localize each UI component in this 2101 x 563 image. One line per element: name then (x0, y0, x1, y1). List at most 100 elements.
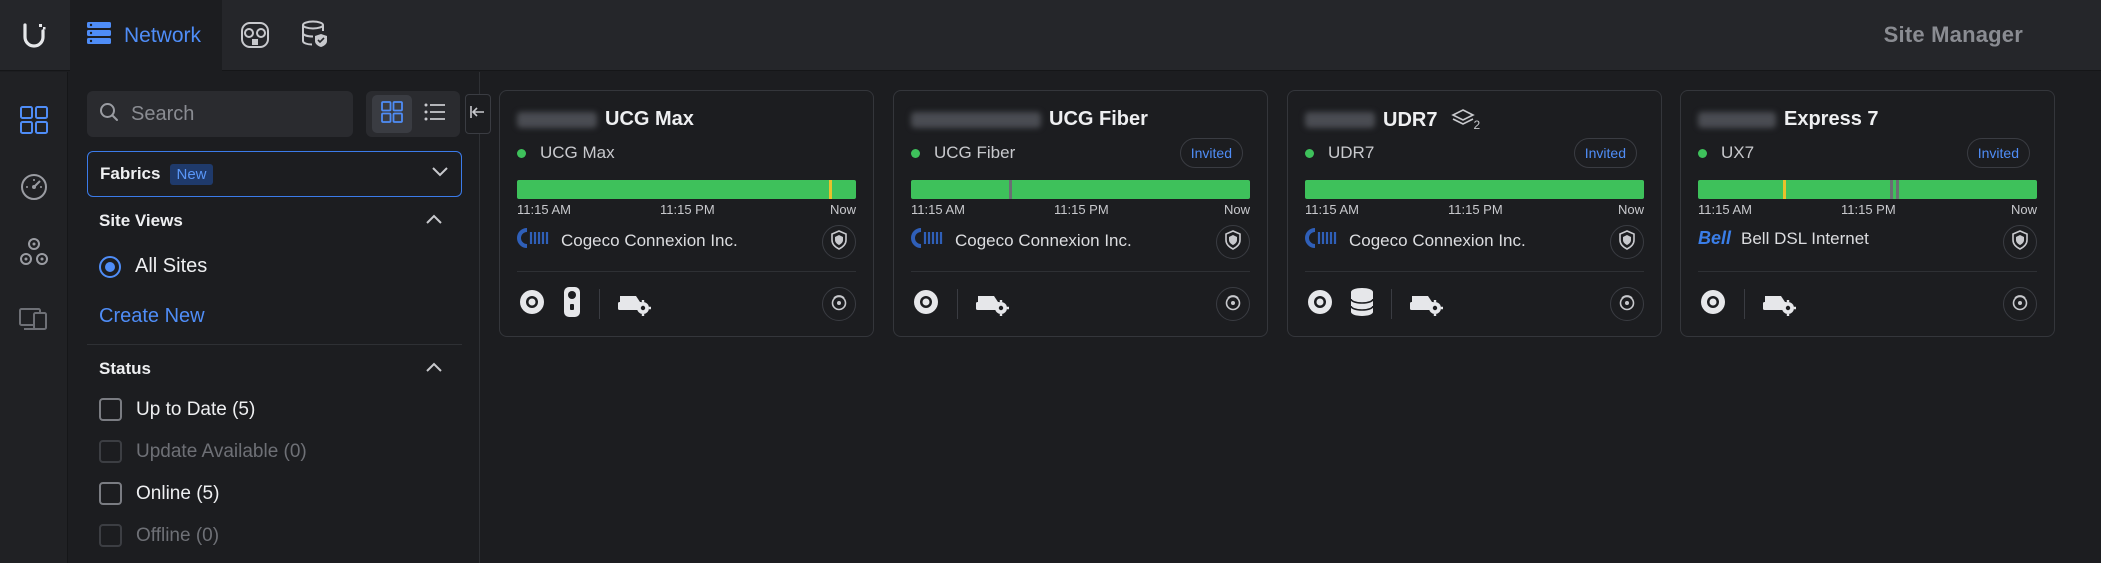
radio-selected[interactable] (99, 255, 121, 278)
console-icon[interactable] (1305, 287, 1335, 322)
model-label: UCG Max (540, 143, 615, 162)
site-settings-button[interactable] (1610, 287, 1644, 321)
search-icon (99, 102, 119, 127)
new-badge: New (170, 163, 213, 185)
site-card[interactable]: UDR7 2 UDR7 Invited 11:15 AM 11:15 PM Now Cogec… (1287, 90, 1662, 337)
checkbox[interactable] (99, 482, 122, 505)
camera-icon[interactable] (561, 286, 583, 323)
router-settings-icon[interactable] (616, 288, 652, 321)
uptime-times: 11:15 AM 11:15 PM Now (517, 202, 856, 218)
tab-network[interactable]: Network (70, 0, 222, 71)
device-row (911, 287, 1010, 321)
checkbox[interactable] (99, 398, 122, 421)
speedometer-icon[interactable] (14, 166, 54, 206)
divider (911, 271, 1250, 272)
isp-name: Cogeco Connexion Inc. (955, 230, 1132, 250)
uptime-bar[interactable] (517, 180, 856, 199)
protect-app-icon[interactable] (237, 17, 273, 53)
cogeco-logo-icon (911, 228, 945, 253)
bell-logo-icon: Bell (1698, 228, 1732, 248)
time-mid: 11:15 PM (1841, 202, 1896, 217)
uptime-marker (1009, 180, 1013, 199)
shield-icon (830, 229, 848, 255)
divider (87, 344, 462, 345)
divider (1744, 289, 1745, 319)
time-mid: 11:15 PM (1448, 202, 1503, 217)
status-online[interactable]: Online (5) (99, 482, 219, 505)
search-box[interactable] (87, 91, 353, 137)
site-title[interactable]: UCG Max (517, 108, 694, 131)
create-new-link[interactable]: Create New (99, 305, 205, 328)
site-settings-button[interactable] (1216, 287, 1250, 321)
collapse-left-icon (470, 104, 486, 125)
invited-badge: Invited (1573, 138, 1637, 168)
stack-icon: 2 (1451, 108, 1480, 132)
devices-icon[interactable] (14, 298, 54, 338)
grid-view-icon (380, 100, 403, 128)
uptime-marker (1896, 180, 1900, 199)
security-shield-button[interactable] (822, 225, 856, 259)
all-sites-option[interactable]: All Sites (99, 255, 207, 278)
uptime-times: 11:15 AM 11:15 PM Now (1305, 202, 1644, 218)
grid-view-button[interactable] (371, 95, 412, 133)
model-label: UDR7 (1328, 143, 1375, 162)
site-manager-title[interactable]: Site Manager (1884, 22, 2023, 48)
time-end: Now (1223, 202, 1250, 217)
console-icon[interactable] (911, 287, 941, 322)
isp-row: Cogeco Connexion Inc. (1305, 228, 1526, 253)
status-label: Up to Date (5) (136, 398, 256, 420)
uptime-marker (1889, 180, 1893, 199)
redacted-name (1698, 111, 1776, 128)
ubiquiti-logo-icon[interactable] (0, 0, 68, 71)
site-card[interactable]: UCG Max UCG Max 11:15 AM 11:15 PM Now Cogeco … (499, 90, 874, 337)
storage-shield-app-icon[interactable] (297, 17, 333, 53)
site-title[interactable]: UDR7 2 (1305, 108, 1480, 132)
router-settings-icon[interactable] (1408, 288, 1444, 321)
security-shield-button[interactable] (1610, 225, 1644, 259)
router-settings-icon[interactable] (1761, 288, 1797, 321)
shield-icon (1224, 229, 1242, 255)
model-row: UX7 (1698, 143, 1754, 163)
uptime-bar[interactable] (1305, 180, 1644, 199)
collapse-sidebar-button[interactable] (465, 94, 491, 134)
storage-icon[interactable] (1349, 287, 1375, 322)
divider (599, 289, 600, 319)
divider (1698, 271, 2037, 272)
fabrics-dropdown[interactable]: Fabrics New (87, 151, 462, 197)
uptime-bar[interactable] (911, 180, 1250, 199)
security-shield-button[interactable] (1216, 225, 1250, 259)
status-label: Offline (0) (136, 524, 220, 546)
list-view-button[interactable] (415, 95, 455, 133)
chevron-down-icon (431, 165, 449, 183)
left-rail (0, 72, 68, 563)
list-view-icon (424, 102, 446, 127)
dashboard-grid-icon[interactable] (14, 100, 54, 140)
status-up-to-date[interactable]: Up to Date (5) (99, 398, 255, 421)
time-start: 11:15 AM (911, 202, 965, 217)
site-card[interactable]: Express 7 UX7 Invited 11:15 AM 11:15 PM Now Be… (1680, 90, 2055, 337)
console-icon[interactable] (517, 287, 547, 322)
invited-badge: Invited (1179, 138, 1243, 168)
search-input[interactable] (131, 102, 331, 126)
chevron-up-icon[interactable] (425, 212, 443, 230)
fabrics-label: Fabrics (100, 164, 161, 183)
time-end: Now (2010, 202, 2037, 217)
topology-icon[interactable] (14, 232, 54, 272)
divider (517, 271, 856, 272)
security-shield-button[interactable] (2003, 225, 2037, 259)
console-icon[interactable] (1698, 287, 1728, 322)
uptime-bar[interactable] (1698, 180, 2037, 199)
online-status-dot (517, 148, 526, 158)
site-card[interactable]: UCG Fiber UCG Fiber Invited 11:15 AM 11:15 P… (893, 90, 1268, 337)
uptime-marker (828, 180, 832, 199)
chevron-up-icon[interactable] (425, 360, 443, 378)
site-title[interactable]: UCG Fiber (911, 108, 1148, 131)
status-label: Update Available (0) (136, 440, 307, 462)
site-title[interactable]: Express 7 (1698, 108, 1879, 131)
site-settings-button[interactable] (2003, 287, 2037, 321)
model-label: UCG Fiber (934, 143, 1016, 162)
router-settings-icon[interactable] (974, 288, 1010, 321)
site-settings-button[interactable] (822, 287, 856, 321)
stack-count: 2 (1473, 118, 1481, 132)
status-offline: Offline (0) (99, 524, 219, 547)
